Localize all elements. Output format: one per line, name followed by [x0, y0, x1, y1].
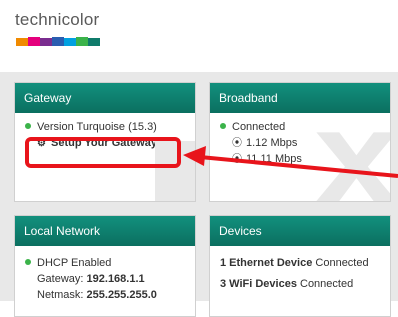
brand-logo-text: technicolor: [15, 10, 100, 29]
highlight-box: [25, 137, 181, 168]
status-ok-icon: [25, 259, 31, 265]
wifi-devices-row: 3 WiFi Devices Connected: [220, 276, 380, 292]
upload-speed: 1.12 Mbps: [246, 137, 298, 149]
broadband-card-title[interactable]: Broadband: [210, 83, 390, 113]
download-arrow-icon: ⦿: [232, 154, 242, 165]
brand-logo-icon: [16, 37, 100, 46]
status-ok-icon: [220, 123, 226, 129]
wifi-device-count: 3 WiFi Devices: [220, 278, 297, 290]
devices-card[interactable]: Devices 1 Ethernet Device Connected 3 Wi…: [209, 215, 391, 317]
dhcp-status-text: DHCP Enabled: [37, 257, 112, 269]
gateway-card-title[interactable]: Gateway: [15, 83, 195, 113]
local-network-card[interactable]: Local Network DHCP Enabled Gateway: 192.…: [14, 215, 196, 317]
ethernet-device-count: 1 Ethernet Device: [220, 257, 313, 269]
broadband-status-text: Connected: [232, 121, 286, 133]
devices-card-title[interactable]: Devices: [210, 216, 390, 246]
dhcp-status: DHCP Enabled: [25, 255, 185, 271]
header: technicolor: [0, 0, 398, 72]
status-ok-icon: [25, 123, 31, 129]
gateway-ip-row: Gateway: 192.168.1.1: [25, 271, 185, 287]
ethernet-device-status: Connected: [315, 257, 369, 269]
dashboard: Gateway Version Turquoise (15.3) ⚙ Setup …: [0, 72, 398, 317]
wifi-device-status: Connected: [300, 278, 354, 290]
netmask-label: Netmask:: [37, 289, 84, 301]
broadband-watermark-icon: [316, 132, 390, 201]
broadband-card[interactable]: Broadband Connected ⦿ 1.12 Mbps ⦿ 11.11 Mb…: [209, 82, 391, 202]
ethernet-devices-row: 1 Ethernet Device Connected: [220, 255, 380, 276]
gateway-ip-value: 192.168.1.1: [86, 273, 145, 285]
upload-arrow-icon: ⦿: [232, 138, 242, 149]
gateway-ip-label: Gateway:: [37, 273, 84, 285]
local-network-card-title[interactable]: Local Network: [15, 216, 195, 246]
netmask-value: 255.255.255.0: [86, 289, 157, 301]
download-speed: 11.11 Mbps: [246, 153, 302, 165]
